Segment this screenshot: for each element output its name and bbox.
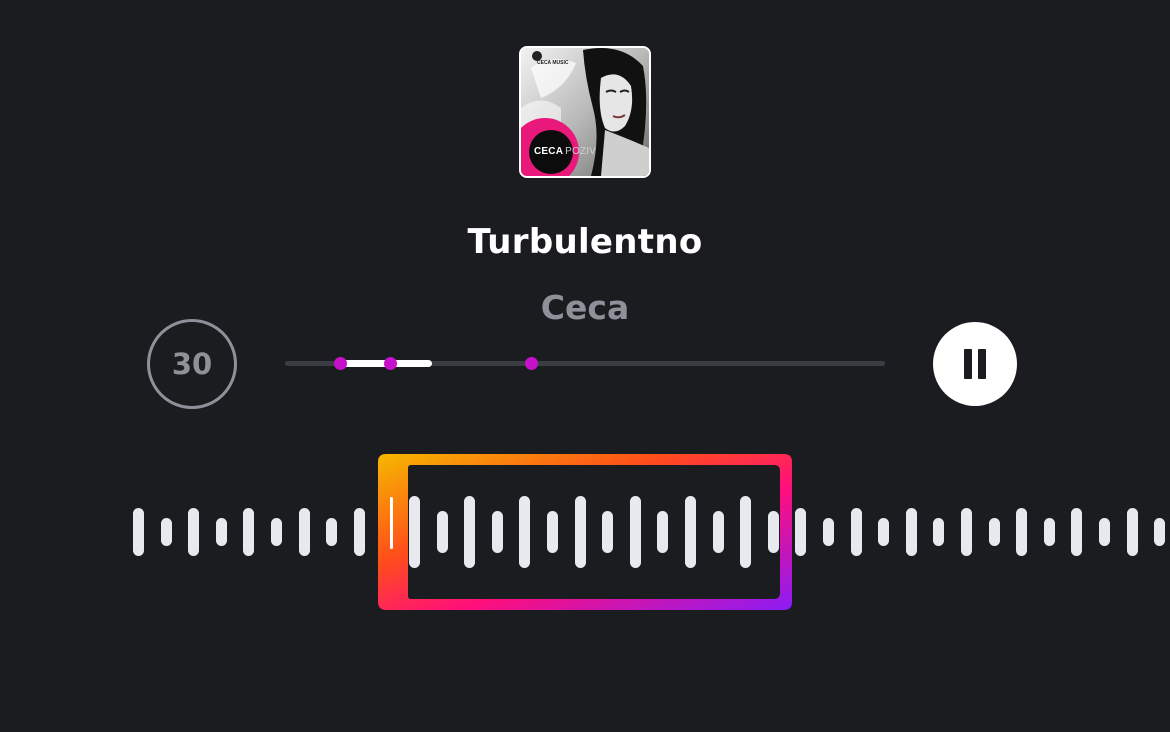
waveform-bar (850, 508, 862, 556)
clip-handle-left[interactable] (390, 497, 393, 549)
waveform-bar (160, 518, 172, 546)
progress-marker (525, 357, 539, 370)
pause-icon (961, 349, 989, 379)
waveform-bar (215, 518, 227, 546)
pause-icon-bar-right (978, 349, 986, 379)
track-title: Turbulentno (467, 222, 703, 262)
pause-icon-bar-left (964, 349, 972, 379)
waveform-bar (878, 518, 890, 546)
album-art: CECA MUSIC CECA POZIV (519, 46, 651, 178)
waveform-bar (933, 518, 945, 546)
progress-bar[interactable] (285, 357, 885, 370)
skip-30-icon: 30 (171, 347, 213, 381)
clip-selection-border (378, 454, 792, 610)
waveform-bar (188, 508, 200, 556)
waveform-bar (243, 508, 255, 556)
album-cover-text: CECA POZIV (534, 146, 596, 157)
waveform-bar (1016, 508, 1028, 556)
waveform-bar (823, 518, 834, 546)
waveform-bar (1071, 508, 1083, 556)
album-cover-subtitle: POZIV (565, 146, 597, 157)
skip-30-button[interactable]: 30 (147, 319, 237, 409)
clip-selection-frame[interactable] (378, 454, 792, 610)
player-screen: CECA MUSIC CECA POZIV Turbulentno Ceca 30 (0, 0, 1170, 732)
waveform-bar (988, 518, 1000, 546)
waveform-bar (1099, 518, 1110, 546)
waveform-bar (1043, 518, 1055, 546)
album-cover-title: CECA (534, 146, 564, 157)
progress-marker (334, 357, 348, 370)
progress-marker (383, 357, 397, 370)
waveform-bar (1154, 518, 1166, 546)
waveform-bar (795, 508, 807, 556)
waveform-bar (353, 508, 365, 556)
waveform-bar (326, 518, 338, 546)
waveform-bar (133, 508, 144, 556)
waveform-bar (961, 508, 972, 556)
album-label-top: CECA MUSIC (537, 60, 569, 66)
waveform-bar (298, 508, 310, 556)
waveform-bar (271, 518, 282, 546)
pause-button[interactable] (933, 322, 1017, 406)
waveform-bar (905, 508, 917, 556)
waveform-bar (1126, 508, 1138, 556)
